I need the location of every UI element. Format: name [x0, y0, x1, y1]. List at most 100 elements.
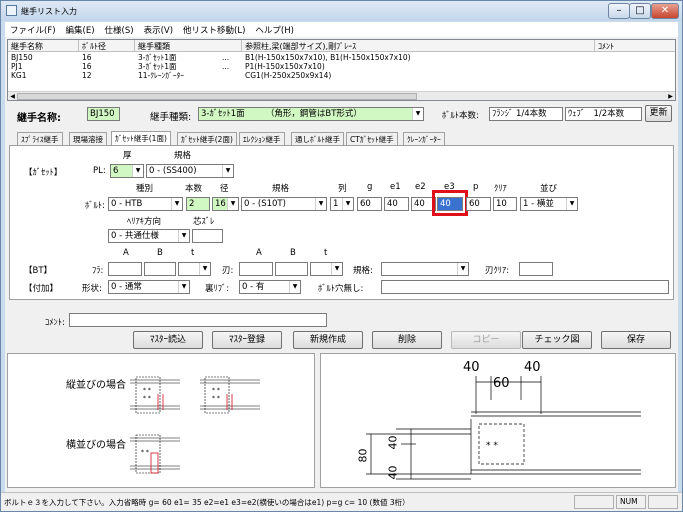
list-header: 継手名称 ﾎﾞﾙﾄ径 継手種類 参照柱,梁(端部サイズ),剛ﾌﾞﾚｰｽ ｺﾒﾝﾄ — [8, 40, 675, 52]
dim-upper: 40 — [386, 435, 400, 450]
tab-erection[interactable]: ｴﾚｸｼｮﾝ継手 — [239, 132, 285, 146]
pl-thickness-select[interactable]: 6 ▼ — [110, 164, 144, 178]
row-ref: P1(H-150x150x7x10) — [245, 62, 325, 71]
status-pane-blank — [574, 495, 614, 509]
tab-splice[interactable]: ｽﾌﾟﾗｲｽ継手 — [17, 132, 63, 146]
master-save-button[interactable]: ﾏｽﾀｰ登録 — [212, 331, 282, 349]
minimize-button[interactable]: – — [608, 3, 630, 19]
bt-web-a-field[interactable] — [239, 262, 273, 276]
bt-clear-field[interactable] — [519, 262, 553, 276]
check-drawing-button[interactable]: チェック図 — [522, 331, 592, 349]
svg-text:* *: * * — [212, 395, 220, 402]
scroll-right-icon[interactable]: ▶ — [666, 92, 675, 100]
gusset-spec-value: 0 - (SS400) — [149, 166, 197, 176]
joint-diagrams-svg: * ** * * ** * * * — [130, 376, 260, 474]
comment-field[interactable] — [69, 313, 327, 327]
highlight-box — [432, 190, 468, 216]
name-field[interactable]: BJ150 — [87, 107, 120, 121]
row-type: 3-ｶﾞｾｯﾄ1面 — [138, 53, 177, 62]
addon-section-label: 【付加】 — [24, 284, 59, 294]
name-label: 継手名称: — [17, 113, 61, 124]
bt-flange-t-select[interactable]: ▼ — [178, 262, 211, 276]
shape-label: 形状: — [82, 284, 102, 294]
row-name: BJ150 — [11, 53, 33, 62]
hole-field[interactable] — [381, 280, 669, 294]
tab-crane-girder[interactable]: ｸﾚｰﾝｶﾞｰﾀｰ — [403, 132, 445, 146]
bolt-row-select[interactable]: 1 ▼ — [330, 197, 354, 211]
col-comment[interactable]: ｺﾒﾝﾄ — [598, 41, 614, 52]
tab-field-weld[interactable]: 現場溶接 — [69, 132, 107, 146]
type-select[interactable]: 3-ｶﾞｾｯﾄ1面 （角形，鋼管はBT形式） ▼ — [198, 107, 424, 121]
joint-list[interactable]: 継手名称 ﾎﾞﾙﾄ径 継手種類 参照柱,梁(端部サイズ),剛ﾌﾞﾚｰｽ ｺﾒﾝﾄ… — [7, 39, 676, 101]
bt-flange-a-field[interactable] — [108, 262, 142, 276]
bt-flange-b-field[interactable] — [144, 262, 176, 276]
svg-text:* *: * * — [141, 449, 149, 456]
spec-header: 規格 — [174, 151, 192, 161]
chevron-down-icon: ▼ — [199, 263, 210, 275]
bolt-g-field[interactable]: 60 — [357, 197, 382, 211]
col-ref[interactable]: 参照柱,梁(端部サイズ),剛ﾌﾞﾚｰｽ — [245, 41, 356, 52]
save-button[interactable]: 保存 — [601, 331, 671, 349]
bolt-p-field[interactable]: 60 — [466, 197, 491, 211]
bt-flange-label: ﾌﾗ: — [92, 266, 104, 276]
update-button[interactable]: 更新 — [645, 105, 672, 122]
bolt-e1-header: e1 — [390, 182, 401, 192]
delete-button[interactable]: 削除 — [372, 331, 442, 349]
bolt-kind-value: 0 - HTB — [111, 199, 143, 209]
bolt-clear-field[interactable]: 10 — [493, 197, 517, 211]
chevron-down-icon: ▼ — [178, 281, 189, 293]
menu-view[interactable]: 表示(V) — [139, 22, 178, 36]
bt-web-t-select[interactable]: ▼ — [310, 262, 343, 276]
tab-ct-gusset[interactable]: CTｶﾞｾｯﾄ継手 — [346, 132, 398, 146]
tab-through-bolt[interactable]: 通しﾎﾞﾙﾄ継手 — [291, 132, 344, 146]
offset-field[interactable] — [192, 229, 223, 243]
bolt-layout-drawing: * * 40 40 60 80 40 40 — [320, 353, 676, 488]
new-button[interactable]: 新規作成 — [293, 331, 363, 349]
col-name[interactable]: 継手名称 — [11, 41, 43, 52]
shape-select[interactable]: 0 - 通常 ▼ — [108, 280, 190, 294]
rib-select[interactable]: 0 - 有 ▼ — [239, 280, 301, 294]
bolt-count-field[interactable]: 2 — [186, 197, 210, 211]
web-count-field[interactable]: ｳｪﾌﾞ 1/2本数 — [565, 107, 642, 121]
bolt-spec-header: 規格 — [272, 184, 290, 194]
flange-count-field[interactable]: ﾌﾗﾝｼﾞ 1/4本数 — [489, 107, 563, 121]
bolt-kind-select[interactable]: 0 - HTB ▼ — [108, 197, 183, 211]
menu-file[interactable]: ファイル(F) — [5, 22, 61, 36]
menu-bar: ファイル(F) 編集(E) 仕様(S) 表示(V) 他リスト移動(L) ヘルプ(H) — [5, 22, 678, 37]
bolt-e1-field[interactable]: 40 — [384, 197, 409, 211]
list-row[interactable]: BJ150 16 3-ｶﾞｾｯﾄ1面 ... B1(H-150x150x7x10… — [8, 53, 675, 62]
maximize-button[interactable]: □ — [629, 3, 651, 19]
bolt-arrange-select[interactable]: 1 - 横並 ▼ — [520, 197, 578, 211]
list-row[interactable]: KG1 12 11-ｸﾚｰﾝｶﾞｰﾀｰ CG1(H-250x250x9x14) — [8, 71, 675, 80]
bolt-dia-select[interactable]: 16 ▼ — [212, 197, 239, 211]
copy-button[interactable]: コピー — [451, 331, 521, 349]
bolt-arrange-value: 1 - 横並 — [523, 199, 554, 209]
menu-spec[interactable]: 仕様(S) — [100, 22, 139, 36]
dim-e1: 40 — [463, 360, 480, 375]
list-hscrollbar[interactable]: ◀ ▶ — [8, 91, 675, 100]
row-name: KG1 — [11, 71, 27, 80]
pl-label: PL: — [93, 166, 106, 176]
bt-b-header: B — [157, 248, 163, 258]
chevron-down-icon: ▼ — [178, 230, 189, 242]
client-area: 継手名称 ﾎﾞﾙﾄ径 継手種類 参照柱,梁(端部サイズ),剛ﾌﾞﾚｰｽ ｺﾒﾝﾄ… — [5, 37, 678, 492]
scroll-left-icon[interactable]: ◀ — [8, 92, 17, 100]
list-row[interactable]: PJ1 16 3-ｶﾞｾｯﾄ1面 ... P1(H-150x150x7x10) — [8, 62, 675, 71]
tab-gusset-2[interactable]: ｶﾞｾｯﾄ継手(2面) — [177, 132, 237, 146]
menu-help[interactable]: ヘルプ(H) — [250, 22, 299, 36]
close-button[interactable]: ✕ — [651, 3, 679, 19]
menu-list-move[interactable]: 他リスト移動(L) — [178, 22, 250, 36]
tab-gusset-1[interactable]: ｶﾞｾｯﾄ継手(1面) — [111, 131, 171, 146]
bolt-spec-select[interactable]: 0 - (S10T) ▼ — [241, 197, 327, 211]
scroll-thumb[interactable] — [17, 93, 417, 100]
app-icon — [6, 5, 17, 16]
menu-edit[interactable]: 編集(E) — [61, 22, 100, 36]
direction-select[interactable]: 0 - 共通仕様 ▼ — [108, 229, 190, 243]
col-type[interactable]: 継手種類 — [138, 41, 170, 52]
col-bolt[interactable]: ﾎﾞﾙﾄ径 — [82, 41, 106, 52]
bt-spec-select[interactable]: ▼ — [381, 262, 469, 276]
master-read-button[interactable]: ﾏｽﾀｰ読込 — [133, 331, 203, 349]
gusset-spec-select[interactable]: 0 - (SS400) ▼ — [146, 164, 234, 178]
comment-label: ｺﾒﾝﾄ: — [45, 318, 65, 328]
bt-web-b-field[interactable] — [275, 262, 308, 276]
